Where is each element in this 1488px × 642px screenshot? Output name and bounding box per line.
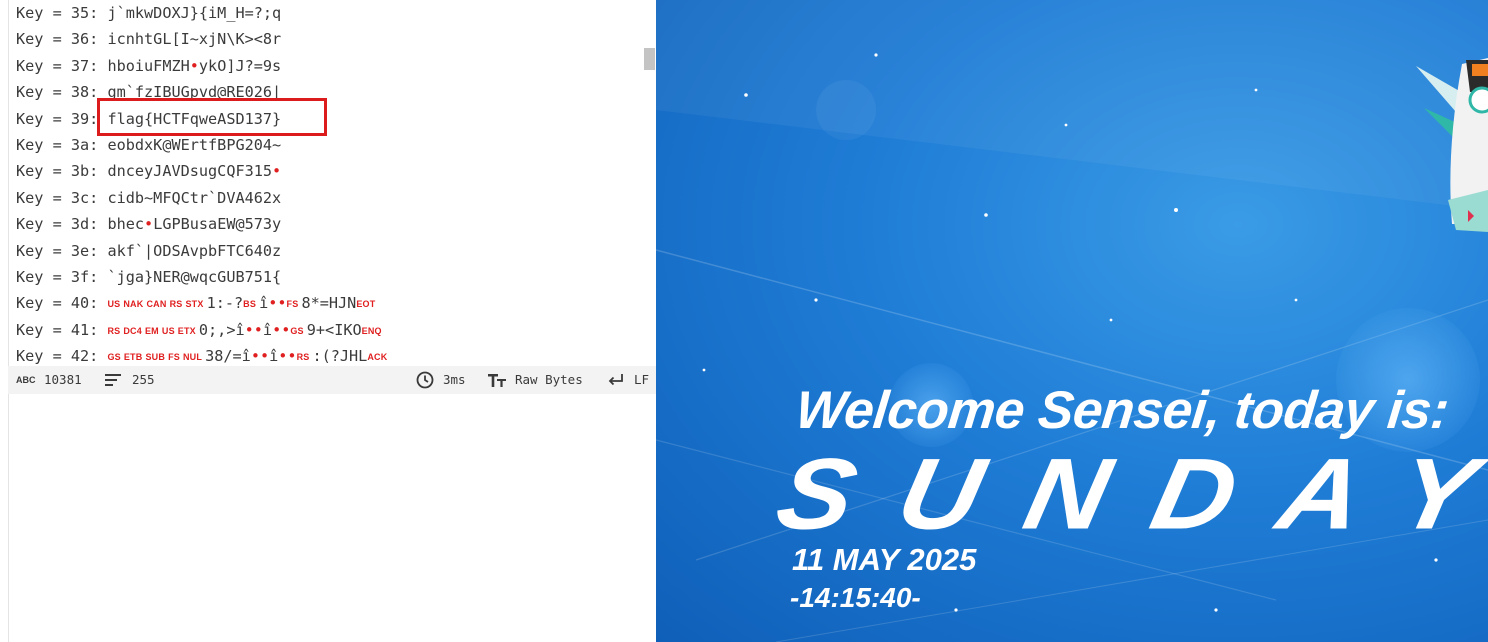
output-panel: Key = 35: j`mkwDOXJ}{iM_H=?;q Key = 36: i…: [0, 0, 656, 642]
key-label: Key = 36:: [16, 30, 99, 49]
decoded-text: `jga}NER@wqcGUB751{: [107, 268, 282, 286]
decoded-text: î: [259, 294, 269, 313]
key-label: Key = 42:: [16, 347, 99, 366]
decoded-text: dnceyJAVDsugCQF315: [107, 162, 273, 181]
output-line: Key = 3c: cidb~MFQCtr`DVA462x: [16, 185, 281, 211]
bake-time[interactable]: 3ms: [443, 366, 466, 394]
key-label: Key = 35:: [16, 4, 99, 22]
nonprintable-dot: ••: [272, 320, 291, 339]
nonprintable-dot: •: [189, 56, 199, 75]
decoded-text: 8*=HJN: [301, 294, 357, 313]
output-line: Key = 42: GS ETB SUB FS NUL 38/=î••î••RS:(?JH…: [16, 343, 390, 366]
date-text: 11 MAY 2025: [792, 542, 977, 577]
control-char-label: DC4: [123, 325, 142, 336]
control-char-label: FS: [168, 352, 180, 363]
key-label: Key = 3d:: [16, 215, 99, 234]
abc-icon: ABC: [16, 375, 36, 385]
key-label: Key = 3a:: [16, 136, 99, 154]
decoded-text: akf`|ODSAvpbFTC640z: [107, 241, 282, 260]
output-line: Key = 37: hboiuFMZH•ykO]J?=9s: [16, 53, 281, 79]
welcome-text: Welcome Sensei, today is:: [792, 381, 1452, 440]
control-char-label: US: [161, 325, 175, 336]
decoded-text: 1:-?: [206, 294, 244, 313]
control-char-label: NUL: [182, 352, 203, 363]
nonprintable-dot: •: [272, 162, 282, 181]
decoded-text: î: [262, 320, 273, 339]
output-text[interactable]: Key = 35: j`mkwDOXJ}{iM_H=?;q Key = 36: i…: [0, 0, 644, 366]
control-char-label: RS: [107, 325, 121, 336]
day-name: SUNDAY: [767, 437, 1488, 551]
lines-icon: [105, 374, 121, 386]
control-char-label: CAN: [146, 299, 167, 310]
encoding-label[interactable]: Raw Bytes: [515, 366, 583, 394]
decoded-text: eobdxK@WErtfBPG204~: [107, 136, 282, 154]
key-label: Key = 39:: [16, 109, 99, 128]
output-line: Key = 3f: `jga}NER@wqcGUB751{: [16, 264, 281, 290]
decoded-text: LGPBusaEW@573y: [153, 215, 282, 234]
control-char-label: US: [107, 299, 121, 310]
nonprintable-dot: ••: [278, 347, 297, 366]
control-char-label: ETX: [177, 325, 196, 336]
eol-label[interactable]: LF: [634, 366, 649, 394]
key-label: Key = 3e:: [16, 241, 99, 260]
output-line: Key = 3e: akf`|ODSAvpbFTC640z: [16, 238, 281, 264]
scrollbar-thumb[interactable]: [644, 48, 655, 70]
return-arrow-icon: [608, 374, 623, 386]
key-label: Key = 3f:: [16, 268, 99, 286]
key-label: Key = 40:: [16, 294, 99, 313]
output-lines[interactable]: 255: [132, 366, 155, 394]
control-char-label: ACK: [367, 352, 388, 363]
control-char-label: BS: [243, 299, 257, 310]
output-line: Key = 35: j`mkwDOXJ}{iM_H=?;q: [16, 0, 281, 26]
decoded-text: :(?JHL: [312, 347, 368, 366]
control-char-label: EM: [144, 325, 159, 336]
control-char-label: GS: [290, 325, 304, 336]
output-line: Key = 40: US NAK CAN RS STX 1:-?BS î••FS 8*=HJN…: [16, 290, 378, 316]
decoded-text: hboiuFMZH: [107, 56, 190, 75]
control-char-label: FS: [286, 299, 299, 310]
nonprintable-dot: ••: [250, 347, 270, 366]
control-char-label: GS: [107, 352, 121, 363]
decoded-text: î: [269, 347, 279, 366]
output-line: Key = 3b: dnceyJAVDsugCQF315•: [16, 158, 281, 184]
key-label: Key = 3c:: [16, 188, 99, 207]
control-char-label: ETB: [123, 352, 143, 363]
clock-time: -14:15:40-: [790, 582, 921, 613]
output-line: Key = 36: icnhtGL[I~xjN\K><8r: [16, 26, 281, 52]
key-label: Key = 3b:: [16, 162, 99, 181]
key-label: Key = 41:: [16, 320, 99, 339]
clock-icon: [416, 371, 434, 389]
output-line: Key = 41: RS DC4 EM US ETX 0;,>î••î••GS 9+<IKO…: [16, 317, 385, 343]
output-length[interactable]: 10381: [44, 366, 82, 394]
nonprintable-dot: ••: [268, 294, 287, 313]
control-char-label: EOT: [356, 299, 376, 310]
decoded-text: 9+<IKO: [306, 320, 362, 339]
nonprintable-dot: ••: [244, 320, 263, 339]
decoded-text: ykO]J?=9s: [198, 56, 282, 75]
flag-highlight-box: [97, 98, 327, 136]
nonprintable-dot: •: [144, 215, 154, 234]
desktop-wallpaper: Welcome Sensei, today is: SUNDAY 11 MAY …: [656, 0, 1488, 642]
control-char-label: NAK: [123, 299, 144, 310]
control-char-label: RS: [169, 299, 183, 310]
decoded-text: j`mkwDOXJ}{iM_H=?;q: [107, 4, 282, 22]
decoded-text: cidb~MFQCtr`DVA462x: [107, 188, 282, 207]
decoded-text: icnhtGL[I~xjN\K><8r: [107, 30, 282, 49]
key-label: Key = 37:: [16, 56, 99, 75]
output-line: Key = 3d: bhec•LGPBusaEW@573y: [16, 211, 281, 237]
control-char-label: ENQ: [361, 325, 382, 336]
decoded-text: bhec: [107, 215, 145, 234]
decoded-text: 38/=î: [205, 347, 251, 366]
control-char-label: RS: [296, 352, 310, 363]
text-size-icon: [488, 374, 506, 387]
control-char-label: SUB: [145, 352, 166, 363]
decoded-text: 0;,>î: [198, 320, 245, 339]
key-label: Key = 38:: [16, 83, 99, 102]
control-char-label: STX: [185, 299, 204, 310]
status-bar: ABC 10381 255 3ms Raw Bytes LF: [8, 366, 656, 394]
